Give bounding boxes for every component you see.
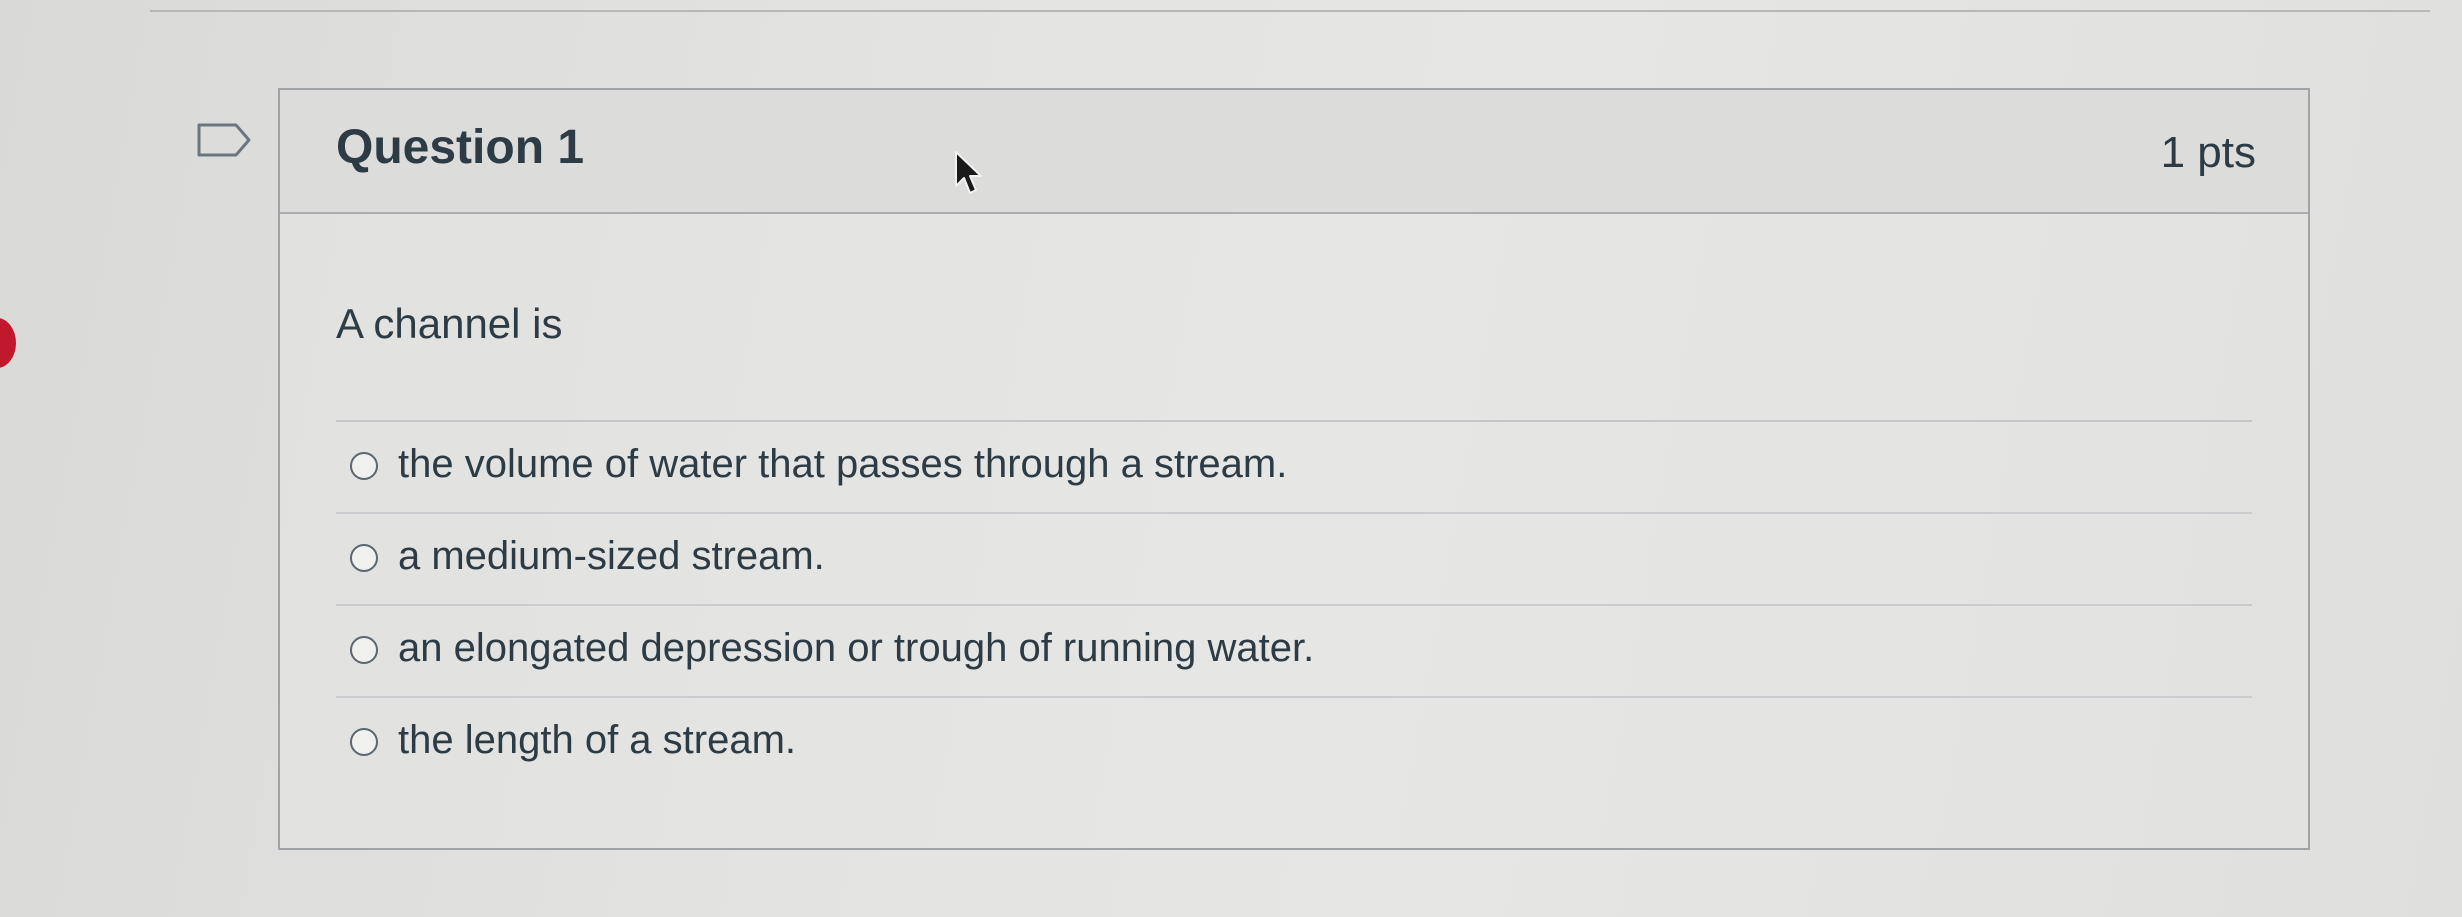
- answer-option-4[interactable]: the length of a stream.: [336, 698, 2252, 790]
- page-top-divider: [150, 10, 2430, 12]
- answer-label: the volume of water that passes through …: [398, 442, 1288, 486]
- radio-button[interactable]: [350, 636, 378, 664]
- question-header: Question 1 1 pts: [280, 90, 2308, 214]
- answer-label: a medium-sized stream.: [398, 534, 825, 578]
- answer-option-1[interactable]: the volume of water that passes through …: [336, 422, 2252, 514]
- edge-marker: [0, 318, 16, 368]
- question-points: 1 pts: [2160, 128, 2256, 177]
- mouse-pointer-icon: [955, 151, 982, 194]
- question-title: Question 1: [336, 121, 585, 174]
- radio-button[interactable]: [350, 452, 378, 480]
- question-card: Question 1 1 pts A channel is the volume…: [278, 88, 2310, 850]
- flag-question-icon[interactable]: [196, 122, 252, 158]
- answer-list: the volume of water that passes through …: [336, 420, 2252, 790]
- answer-option-2[interactable]: a medium-sized stream.: [336, 514, 2252, 606]
- question-text: A channel is: [336, 300, 563, 347]
- answer-label: an elongated depression or trough of run…: [398, 626, 1315, 670]
- radio-button[interactable]: [350, 728, 378, 756]
- radio-button[interactable]: [350, 544, 378, 572]
- answer-label: the length of a stream.: [398, 718, 797, 762]
- answer-option-3[interactable]: an elongated depression or trough of run…: [336, 606, 2252, 698]
